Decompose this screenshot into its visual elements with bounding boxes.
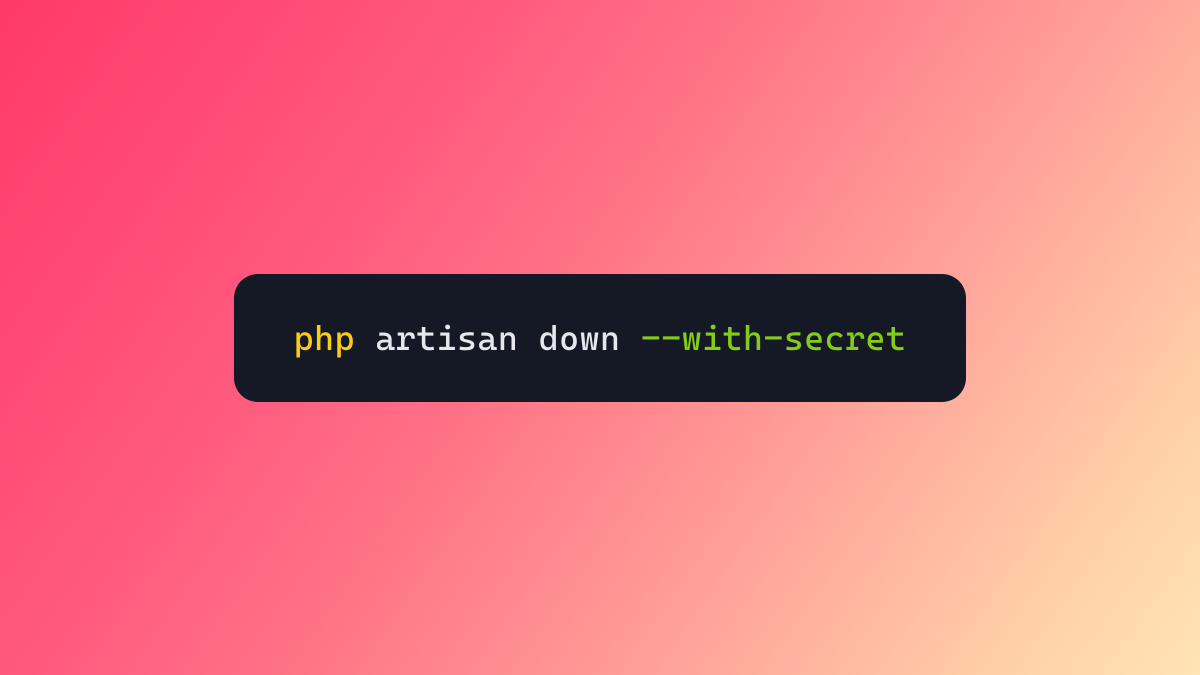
code-block: php artisan down --with-secret: [234, 274, 967, 402]
code-token-flag: --with-secret: [641, 318, 906, 358]
code-token-command: php: [294, 318, 355, 358]
code-token-args: artisan down: [355, 318, 641, 358]
